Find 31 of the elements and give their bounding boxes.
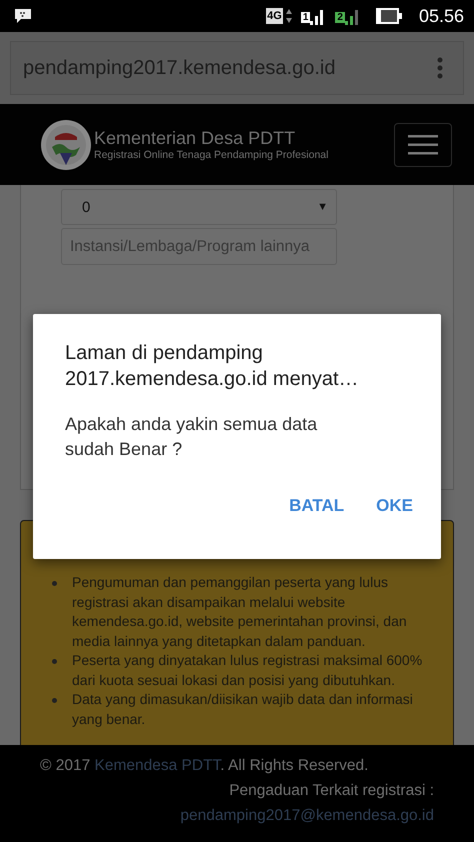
complaint-label: Pengaduan Terkait registrasi : xyxy=(229,781,434,801)
signal-icon xyxy=(310,7,324,25)
email-link[interactable]: pendamping2017@kemendesa.go.id xyxy=(180,805,434,827)
address-bar[interactable]: pendamping2017.kemendesa.go.id xyxy=(10,41,464,95)
sim-badge: 2 xyxy=(335,12,345,22)
battery-icon xyxy=(376,8,402,24)
menu-icon[interactable] xyxy=(437,57,443,79)
network-badge: 4G xyxy=(266,8,283,24)
site-subtitle: Registrasi Online Tenaga Pendamping Profesional xyxy=(94,148,330,162)
dialog-message: Apakah anda yakin semua data sudah Benar ? xyxy=(65,413,318,461)
clock: 05.56 xyxy=(418,6,464,26)
sim-badge: 1 xyxy=(300,12,310,22)
dialog-button[interactable]: BATAL xyxy=(285,490,348,522)
site-link[interactable]: Kemendesa PDTT xyxy=(94,757,220,774)
copyright-text: © 2017 Kemendesa PDTT. All Rights Reserved. xyxy=(40,756,368,776)
menu-icon xyxy=(408,134,438,154)
dialog-title: Laman di pendamping 2017.kemendesa.go.id menyat… xyxy=(65,341,360,392)
announcement-item: Pengumuman dan pemanggilan peserta yang lulus registrasi akan disampaikan melalui website kemendesa.go.id, website pemerintahan provinsi, dan media lainnya yang ditetapkan dalam panduan. xyxy=(72,573,408,651)
dialog-button[interactable]: OKE xyxy=(372,490,417,522)
logo-icon xyxy=(40,118,92,170)
bullet-icon xyxy=(52,659,57,664)
site-title: Kementerian Desa PDTT xyxy=(94,128,296,148)
menu-button[interactable] xyxy=(394,122,452,166)
signal-icon xyxy=(344,7,359,25)
chat-icon xyxy=(14,8,32,24)
bullet-icon xyxy=(52,698,57,703)
announcement-item: Data yang dimasukan/diisikan wajib data dan informasi yang benar. xyxy=(72,690,414,729)
select-field[interactable]: 0 ▼ xyxy=(61,189,337,225)
data-arrows-icon xyxy=(286,9,292,23)
announcement-item: Peserta yang dinyatakan lulus registrasi maksimal 600% dari kuota sesuai lokasi dan posisi yang dibutuhkan. xyxy=(72,651,424,690)
bullet-icon xyxy=(52,581,57,586)
